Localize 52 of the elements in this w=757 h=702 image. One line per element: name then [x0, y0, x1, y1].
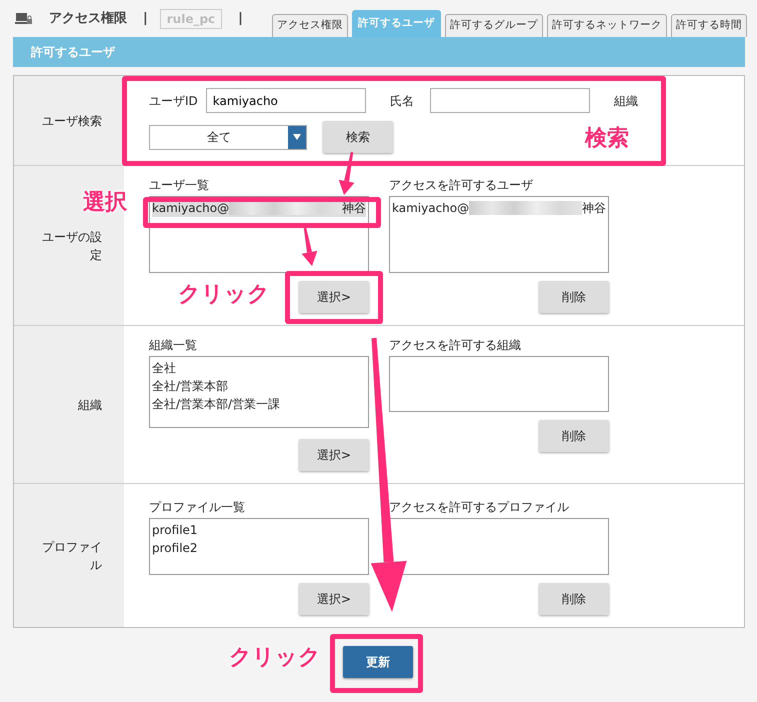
list-item[interactable]: profile1	[152, 521, 366, 539]
tab[interactable]: 許可するネットワーク	[547, 14, 667, 37]
field-label: 組織	[614, 92, 638, 110]
select-button[interactable]: 選択>	[299, 439, 369, 471]
update-button[interactable]: 更新	[343, 646, 413, 678]
field-label: 氏名	[390, 92, 414, 110]
annotation-label: 検索	[585, 125, 629, 153]
list-item[interactable]: 全社/営業本部/営業一課	[152, 395, 366, 413]
list-title: アクセスを許可するユーザ	[389, 178, 534, 192]
list-title: 組織一覧	[149, 338, 198, 352]
select-button[interactable]: 選択>	[299, 281, 369, 313]
delete-button[interactable]: 削除	[539, 583, 609, 615]
list-item[interactable]: profile2	[152, 539, 366, 557]
select-dropdown[interactable]: 全て	[149, 124, 307, 150]
row-label: プロファイル	[41, 538, 102, 574]
page-title: アクセス権限	[49, 10, 127, 28]
delete-button[interactable]: 削除	[539, 420, 609, 452]
row-label: ユーザ検索	[41, 112, 102, 130]
separator-text: |	[143, 10, 148, 28]
select-button[interactable]: 選択>	[299, 583, 369, 615]
tab[interactable]: 許可するグループ	[445, 14, 543, 37]
tab[interactable]: 許可する時間	[671, 14, 747, 37]
list-item[interactable]: 全社	[152, 359, 366, 377]
list-title: ユーザ一覧	[149, 178, 210, 192]
input-field[interactable]: kamiyacho	[206, 88, 366, 113]
tab[interactable]: アクセス権限	[272, 14, 348, 37]
list-title: プロファイル一覧	[149, 500, 246, 514]
list-box[interactable]	[389, 356, 609, 412]
annotation-label: 選択	[83, 189, 127, 217]
list-box[interactable]: 全社 全社/営業本部 全社/営業本部/営業一課	[149, 356, 369, 428]
computer-lock-icon	[15, 12, 33, 26]
row-label: ユーザの設定	[41, 228, 102, 264]
search-button[interactable]: 検索	[323, 121, 393, 153]
panel-title-bar: 許可するユーザ	[13, 37, 745, 67]
annotation-label: クリック	[178, 281, 270, 309]
row-label: 組織	[77, 396, 102, 414]
caret-icon	[293, 134, 301, 140]
arrow	[302, 228, 318, 266]
rule-name: rule_pc	[160, 9, 222, 29]
list-item[interactable]: 全社/営業本部	[152, 377, 366, 395]
list-box[interactable]: kamiyacho@ 神谷	[389, 196, 609, 273]
annotation-label: クリック	[229, 644, 321, 672]
list-box[interactable]: profile1 profile2	[149, 518, 369, 575]
field-label: ユーザID	[149, 92, 198, 110]
input-field[interactable]	[430, 88, 590, 113]
separator-text: |	[238, 10, 243, 28]
list-box[interactable]	[389, 518, 609, 575]
list-item[interactable]: kamiyacho@ 神谷	[392, 199, 606, 217]
arrow	[338, 152, 354, 195]
delete-button[interactable]: 削除	[539, 281, 609, 313]
list-title: アクセスを許可する組織	[389, 338, 522, 352]
list-title: アクセスを許可するプロファイル	[389, 500, 570, 514]
